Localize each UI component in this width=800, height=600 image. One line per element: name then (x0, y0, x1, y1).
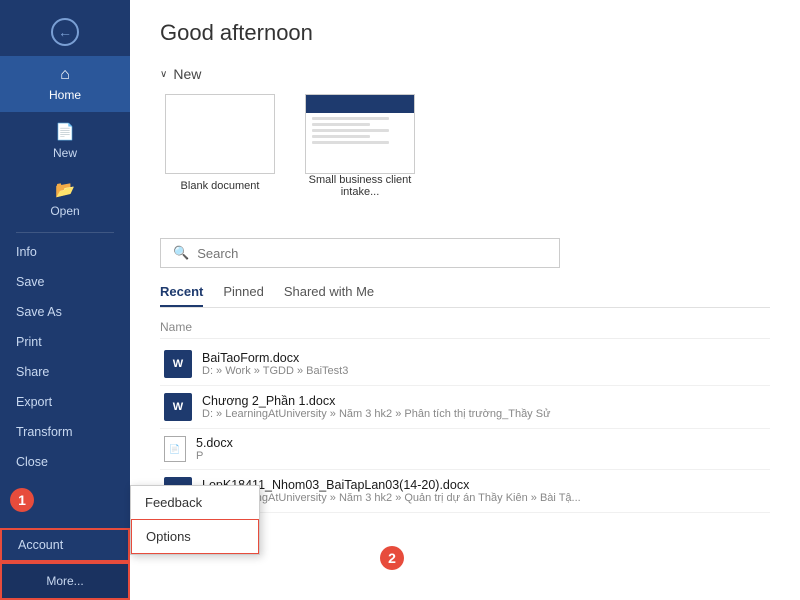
back-icon: ← (51, 18, 79, 46)
sidebar-item-saveas-label: Save As (16, 305, 62, 319)
sidebar-bottom: Account More... (0, 528, 130, 600)
word-icon: W (164, 393, 192, 421)
sidebar-item-transform[interactable]: Transform (0, 417, 130, 447)
file-path: P (196, 450, 766, 462)
tab-pinned[interactable]: Pinned (223, 278, 263, 307)
search-icon: 🔍 (173, 245, 189, 261)
tab-pinned-label: Pinned (223, 284, 263, 299)
sidebar-divider-1 (16, 232, 114, 233)
files-header: Name (160, 316, 770, 339)
file-name: BaiTaoForm.docx (202, 351, 766, 365)
popup-menu: Feedback Options (130, 485, 260, 555)
new-section: ∨ New Blank document (160, 56, 770, 228)
file-info: LopK18411_Nhom03_BaiTapLan03(14-20).docx… (202, 478, 766, 504)
sidebar-item-more-label: More... (46, 574, 83, 588)
new-section-header[interactable]: ∨ New (160, 66, 770, 82)
file-info: Chương 2_Phần 1.docx D: » LearningAtUniv… (202, 394, 766, 420)
sidebar-item-more[interactable]: More... (0, 562, 130, 600)
tabs-row: Recent Pinned Shared with Me (160, 278, 770, 308)
file-name: 5.docx (196, 436, 766, 450)
new-doc-icon: 📄 (55, 122, 75, 142)
sidebar-item-share-label: Share (16, 365, 49, 379)
tab-shared[interactable]: Shared with Me (284, 278, 374, 307)
sidebar-item-open-label: Open (50, 204, 79, 218)
file-info: BaiTaoForm.docx D: » Work » TGDD » BaiTe… (202, 351, 766, 377)
blank-doc-thumbnail (165, 94, 275, 174)
open-icon: 📂 (55, 180, 75, 200)
files-section: Name W BaiTaoForm.docx D: » Work » TGDD … (160, 316, 770, 513)
file-item[interactable]: W BaiTaoForm.docx D: » Work » TGDD » Bai… (160, 343, 770, 386)
popup-feedback-label: Feedback (145, 495, 202, 510)
search-input[interactable] (197, 246, 547, 261)
doc-icon: 📄 (164, 436, 186, 462)
sidebar-item-home[interactable]: ⌂ Home (0, 56, 130, 112)
file-name: Chương 2_Phần 1.docx (202, 394, 766, 408)
templates-row: Blank document Small busin (160, 94, 770, 198)
sidebar-item-info[interactable]: Info (0, 237, 130, 267)
main-header: Good afternoon (130, 0, 800, 56)
sidebar-item-home-label: Home (49, 88, 81, 102)
tab-recent-label: Recent (160, 284, 203, 299)
sidebar-item-open[interactable]: 📂 Open (0, 170, 130, 228)
sb-line (312, 123, 370, 126)
new-section-label: New (173, 66, 201, 82)
tab-recent[interactable]: Recent (160, 278, 203, 307)
sidebar-item-account[interactable]: Account (0, 528, 130, 562)
sb-header-bar (306, 95, 414, 113)
popup-options[interactable]: Options (131, 519, 259, 554)
greeting-text: Good afternoon (160, 20, 770, 46)
sidebar-item-export[interactable]: Export (0, 387, 130, 417)
sb-template-label: Small business client intake... (300, 174, 420, 198)
file-path: D: » LearningAtUniversity » Năm 3 hk2 » … (202, 408, 766, 420)
file-path: D: » LearningAtUniversity » Năm 3 hk2 » … (202, 492, 766, 504)
sidebar-item-transform-label: Transform (16, 425, 73, 439)
sb-content-lines (306, 113, 414, 151)
sidebar-item-save-label: Save (16, 275, 45, 289)
search-bar: 🔍 (160, 238, 560, 268)
template-blank[interactable]: Blank document (160, 94, 280, 198)
sidebar-item-new-label: New (53, 146, 77, 160)
sidebar-item-save[interactable]: Save (0, 267, 130, 297)
popup-feedback[interactable]: Feedback (131, 486, 259, 519)
sidebar: ← ⌂ Home 📄 New 📂 Open Info Save (0, 0, 130, 600)
file-item[interactable]: W Chương 2_Phần 1.docx D: » LearningAtUn… (160, 386, 770, 429)
sb-template-thumbnail (305, 94, 415, 174)
file-item[interactable]: 📄 5.docx P (160, 429, 770, 470)
sidebar-item-close-label: Close (16, 455, 48, 469)
file-info: 5.docx P (196, 436, 766, 462)
popup-options-label: Options (146, 529, 191, 544)
template-small-business[interactable]: Small business client intake... (300, 94, 420, 198)
sidebar-item-export-label: Export (16, 395, 52, 409)
tab-shared-label: Shared with Me (284, 284, 374, 299)
sidebar-item-new[interactable]: 📄 New (0, 112, 130, 170)
sidebar-item-print[interactable]: Print (0, 327, 130, 357)
sb-line (312, 135, 370, 138)
sidebar-item-account-label: Account (18, 538, 63, 552)
sb-line (312, 117, 389, 120)
file-path: D: » Work » TGDD » BaiTest3 (202, 365, 766, 377)
sidebar-item-close[interactable]: Close (0, 447, 130, 477)
sb-line (312, 141, 389, 144)
home-icon: ⌂ (60, 66, 70, 84)
word-icon: W (164, 350, 192, 378)
back-button[interactable]: ← (0, 8, 130, 56)
chevron-down-icon: ∨ (160, 69, 167, 80)
file-name: LopK18411_Nhom03_BaiTapLan03(14-20).docx (202, 478, 766, 492)
sidebar-item-info-label: Info (16, 245, 37, 259)
sidebar-item-share[interactable]: Share (0, 357, 130, 387)
blank-doc-label: Blank document (181, 180, 260, 192)
sidebar-item-saveas[interactable]: Save As (0, 297, 130, 327)
sb-line (312, 129, 389, 132)
sidebar-item-print-label: Print (16, 335, 42, 349)
